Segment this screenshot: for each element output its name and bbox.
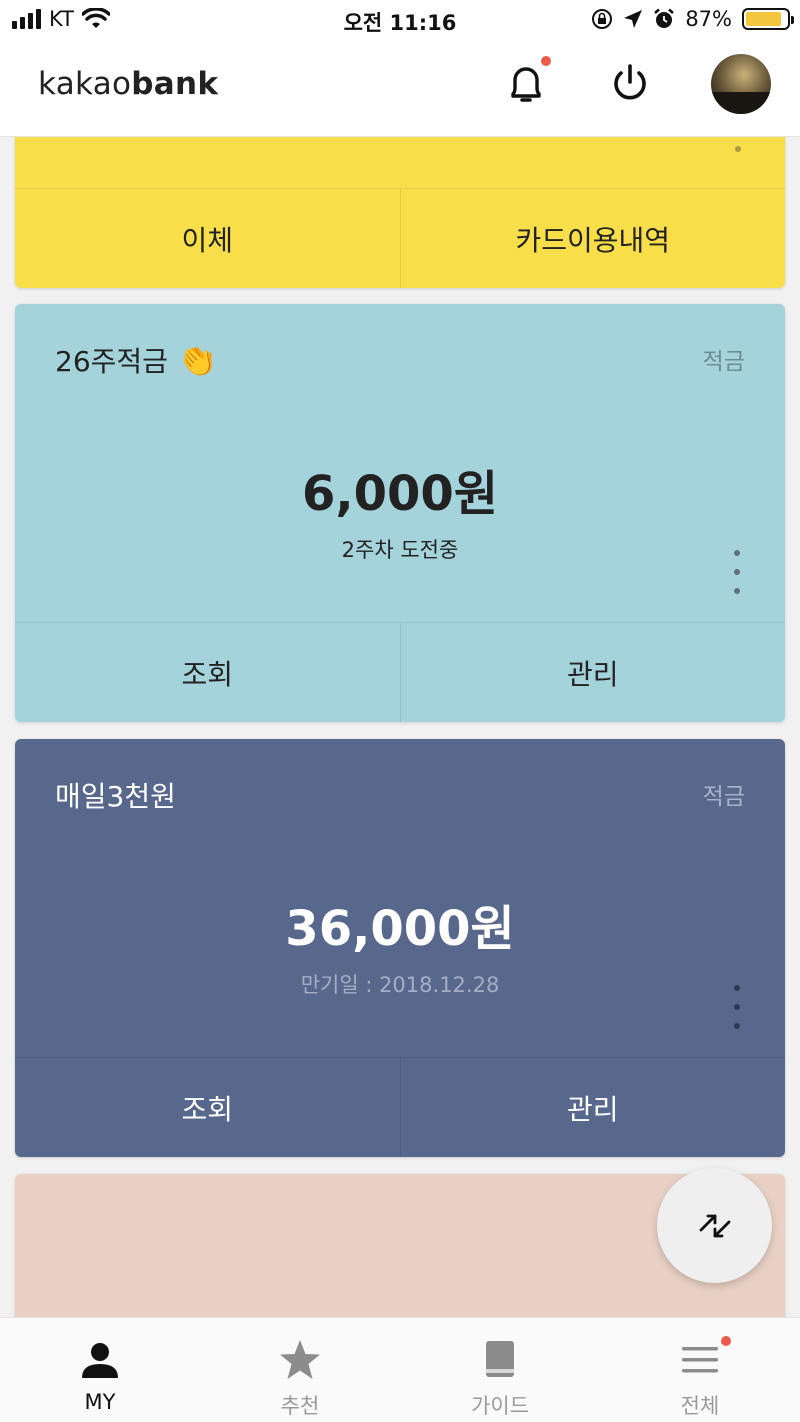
tab-label: 전체 xyxy=(680,1394,720,1418)
clapping-hands-icon: 👏 xyxy=(177,341,218,379)
account-type-label: 적금 xyxy=(702,784,745,810)
rotation-lock-icon xyxy=(592,9,613,29)
menu-icon xyxy=(682,1347,718,1373)
more-options-icon[interactable] xyxy=(733,550,741,594)
more-options-icon[interactable] xyxy=(733,985,741,1029)
bell-icon xyxy=(511,67,541,102)
more-dot[interactable] xyxy=(735,146,741,152)
star-icon xyxy=(280,1340,320,1379)
manage-button[interactable]: 관리 xyxy=(399,1058,786,1157)
challenge-status: 2주차 도전중 xyxy=(341,538,459,562)
tab-all[interactable]: 전체 xyxy=(600,1318,800,1422)
tab-recommend[interactable]: 추천 xyxy=(200,1318,400,1422)
book-icon xyxy=(486,1341,514,1377)
logout-button[interactable] xyxy=(607,60,653,106)
battery-level xyxy=(746,12,781,26)
savings-card-26week[interactable]: 26주적금 👏 적금 6,000원 2주차 도전중 조회 관리 xyxy=(15,304,785,722)
battery-icon xyxy=(742,8,794,30)
menu-notification-dot xyxy=(721,1336,731,1346)
swap-arrows-icon xyxy=(699,1214,730,1237)
maturity-date: 만기일 : 2018.12.28 xyxy=(300,973,500,997)
card-title: 26주적금 xyxy=(55,345,168,378)
reorder-cards-button[interactable] xyxy=(657,1168,772,1283)
battery-percent: 87% xyxy=(685,7,732,31)
kakaobank-logo[interactable]: kakaobank xyxy=(38,66,218,102)
view-button[interactable]: 조회 xyxy=(15,1058,400,1157)
logo-text-light: kakao xyxy=(38,66,132,102)
card-actions: 조회 관리 xyxy=(15,622,785,722)
card-title-row: 매일3천원 xyxy=(55,775,176,815)
card-actions: 이체 카드이용내역 xyxy=(15,188,785,288)
app-header: kakaobank xyxy=(0,40,800,137)
status-bar: KT 오전 11:16 87% xyxy=(0,0,800,40)
notification-button[interactable] xyxy=(503,56,551,106)
power-icon xyxy=(614,64,646,100)
notification-dot xyxy=(541,56,551,66)
account-balance: 6,000원 xyxy=(302,466,498,522)
status-right: 87% xyxy=(591,7,794,31)
card-title: 매일3천원 xyxy=(55,780,176,813)
card-actions: 조회 관리 xyxy=(15,1057,785,1157)
tab-guide[interactable]: 가이드 xyxy=(400,1318,600,1422)
profile-avatar[interactable] xyxy=(711,54,771,114)
manage-button[interactable]: 관리 xyxy=(399,623,786,722)
savings-card-daily3000[interactable]: 매일3천원 적금 36,000원 만기일 : 2018.12.28 조회 관리 xyxy=(15,739,785,1157)
person-icon xyxy=(82,1343,118,1378)
transfer-button[interactable]: 이체 xyxy=(15,189,400,288)
tab-label: 가이드 xyxy=(471,1394,529,1418)
checking-account-card: 이체 카드이용내역 xyxy=(15,118,785,288)
logo-text-bold: bank xyxy=(131,66,219,102)
card-history-button[interactable]: 카드이용내역 xyxy=(399,189,786,288)
alarm-icon xyxy=(654,8,675,28)
tab-my[interactable]: MY xyxy=(0,1318,200,1422)
card-title-row: 26주적금 👏 xyxy=(55,340,218,380)
tab-label: MY xyxy=(84,1390,116,1414)
account-balance: 36,000원 xyxy=(285,901,515,957)
account-type-label: 적금 xyxy=(702,349,745,375)
bottom-tab-bar: MY 추천 가이드 전체 xyxy=(0,1317,800,1422)
view-button[interactable]: 조회 xyxy=(15,623,400,722)
tab-label: 추천 xyxy=(280,1394,320,1418)
location-arrow-icon xyxy=(624,10,643,28)
